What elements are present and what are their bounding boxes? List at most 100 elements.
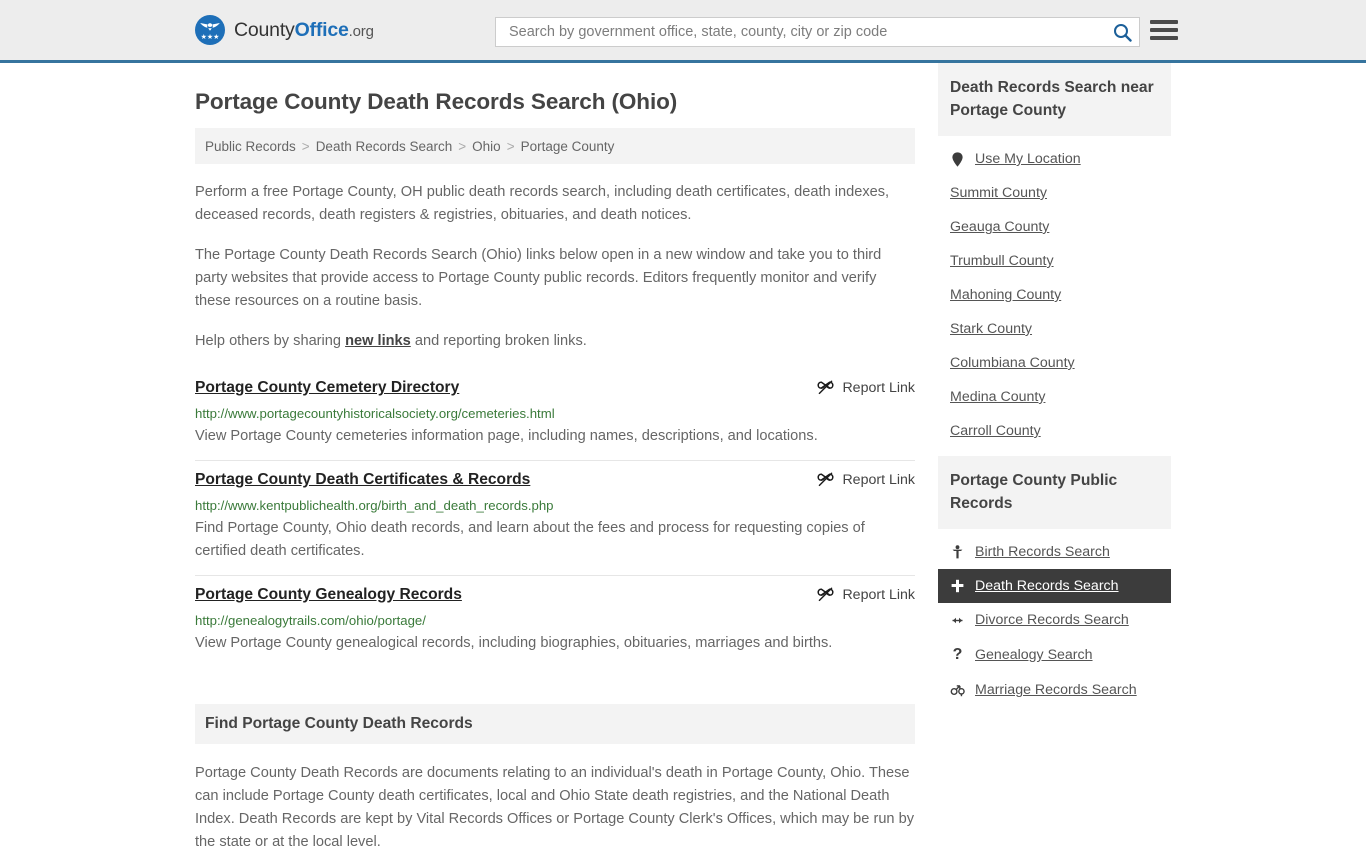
result-description: Find Portage County, Ohio death records,… [195, 520, 865, 559]
nearby-county-item[interactable]: Mahoning County [938, 278, 1171, 312]
results-list: Portage County Cemetery Directory Report… [195, 375, 915, 667]
use-my-location-link[interactable]: Use My Location [975, 151, 1081, 167]
sidebar-item-marriage-records[interactable]: Marriage Records Search [938, 673, 1171, 707]
find-records-body: Portage County Death Records are documen… [195, 762, 915, 854]
site-header: ★★★ CountyOffice.org [0, 0, 1366, 63]
unlink-icon [817, 380, 834, 395]
find-records-paragraph: Portage County Death Records are documen… [195, 765, 915, 850]
hamburger-bar-2 [1150, 28, 1178, 32]
report-link-button[interactable]: Report Link [817, 470, 915, 488]
brand-part-org: .org [348, 22, 374, 40]
result-header: Portage County Cemetery Directory Report… [195, 378, 915, 398]
baby-icon [950, 545, 965, 559]
nearby-county-item[interactable]: Trumbull County [938, 244, 1171, 278]
result-item: Portage County Cemetery Directory Report… [195, 375, 915, 460]
search-icon [1113, 23, 1132, 42]
result-item: Portage County Death Certificates & Reco… [195, 460, 915, 575]
breadcrumb-item-ohio[interactable]: Ohio [472, 139, 501, 154]
result-description: View Portage County genealogical records… [195, 635, 833, 651]
breadcrumb-item-portage-county[interactable]: Portage County [521, 139, 615, 154]
result-header: Portage County Genealogy Records Report … [195, 585, 915, 605]
main-content: Portage County Death Records Search (Ohi… [195, 63, 915, 854]
site-logo[interactable]: ★★★ CountyOffice.org [195, 15, 374, 45]
breadcrumb-item-death-records-search[interactable]: Death Records Search [316, 139, 453, 154]
sidebar-item-divorce-records[interactable]: Divorce Records Search [938, 603, 1171, 637]
sidebar-link-marriage-records[interactable]: Marriage Records Search [975, 682, 1137, 698]
sidebar-item-birth-records[interactable]: Birth Records Search [938, 535, 1171, 569]
search-input[interactable] [496, 18, 1105, 46]
result-header: Portage County Death Certificates & Reco… [195, 470, 915, 490]
search-bar[interactable] [495, 17, 1140, 47]
sidebar-link-birth-records[interactable]: Birth Records Search [975, 544, 1110, 560]
public-records-list: Birth Records Search Death Records Searc… [938, 529, 1171, 707]
result-title-link[interactable]: Portage County Cemetery Directory [195, 378, 459, 398]
county-link-trumbull[interactable]: Trumbull County [950, 253, 1054, 269]
brand-part-office: Office [294, 18, 349, 41]
breadcrumb-separator: > [301, 138, 310, 154]
report-link-label: Report Link [842, 379, 915, 396]
result-title-link[interactable]: Portage County Death Certificates & Reco… [195, 470, 530, 490]
nearby-search-heading: Death Records Search near Portage County [938, 63, 1171, 136]
breadcrumb-item-public-records[interactable]: Public Records [205, 139, 296, 154]
new-links-link[interactable]: new links [345, 333, 411, 349]
county-link-summit[interactable]: Summit County [950, 185, 1047, 201]
sidebar-link-genealogy-search[interactable]: Genealogy Search [975, 647, 1093, 663]
unlink-icon [817, 472, 834, 487]
hamburger-menu-icon[interactable] [1150, 20, 1178, 40]
report-link-label: Report Link [842, 586, 915, 603]
report-link-label: Report Link [842, 471, 915, 488]
page-title: Portage County Death Records Search (Ohi… [195, 89, 678, 114]
cross-icon [950, 579, 965, 593]
breadcrumb: Public Records > Death Records Search > … [195, 128, 915, 164]
brand-wordmark: CountyOffice.org [234, 19, 374, 42]
brand-part-county: County [234, 18, 295, 41]
nearby-search-panel: Death Records Search near Portage County… [938, 63, 1171, 448]
hamburger-bar-3 [1150, 36, 1178, 40]
nearby-county-item[interactable]: Stark County [938, 312, 1171, 346]
county-link-medina[interactable]: Medina County [950, 389, 1045, 405]
result-url: http://www.kentpublichealth.org/birth_an… [195, 498, 554, 513]
stars-icon: ★★★ [200, 34, 220, 41]
result-description: View Portage County cemeteries informati… [195, 428, 818, 444]
nearby-county-item[interactable]: Summit County [938, 176, 1171, 210]
gender-symbols-icon [950, 684, 965, 697]
intro-paragraph-2: The Portage County Death Records Search … [195, 247, 882, 309]
result-url: http://genealogytrails.com/ohio/portage/ [195, 613, 426, 628]
report-link-button[interactable]: Report Link [817, 378, 915, 396]
find-records-heading: Find Portage County Death Records [195, 704, 915, 744]
countyoffice-logo-icon: ★★★ [195, 15, 225, 45]
map-pin-icon [950, 151, 965, 167]
intro-paragraph-3: Help others by sharing new links and rep… [195, 330, 915, 353]
unlink-icon [817, 587, 834, 602]
sidebar-link-death-records[interactable]: Death Records Search [975, 578, 1119, 594]
result-url: http://www.portagecountyhistoricalsociet… [195, 406, 555, 421]
public-records-panel: Portage County Public Records Birth Reco… [938, 456, 1171, 707]
nearby-county-item[interactable]: Carroll County [938, 414, 1171, 448]
page-body: Portage County Death Records Search (Ohi… [0, 63, 1366, 854]
sidebar-link-divorce-records[interactable]: Divorce Records Search [975, 612, 1129, 628]
nearby-county-item[interactable]: Geauga County [938, 210, 1171, 244]
result-title-link[interactable]: Portage County Genealogy Records [195, 585, 462, 605]
result-item: Portage County Genealogy Records Report … [195, 575, 915, 667]
question-mark-icon: ? [952, 646, 963, 663]
county-link-columbiana[interactable]: Columbiana County [950, 355, 1075, 371]
find-records-section: Find Portage County Death Records Portag… [195, 704, 915, 854]
search-button[interactable] [1105, 18, 1139, 46]
nearby-county-item[interactable]: Medina County [938, 380, 1171, 414]
county-link-mahoning[interactable]: Mahoning County [950, 287, 1061, 303]
intro-p3-before: Help others by sharing [195, 333, 346, 349]
use-my-location-item[interactable]: Use My Location [938, 142, 1171, 176]
breadcrumb-separator: > [458, 138, 467, 154]
nearby-search-list: Use My Location Summit County Geauga Cou… [938, 136, 1171, 448]
sidebar-item-death-records[interactable]: Death Records Search [938, 569, 1171, 603]
county-link-stark[interactable]: Stark County [950, 321, 1032, 337]
county-link-geauga[interactable]: Geauga County [950, 219, 1049, 235]
nearby-county-item[interactable]: Columbiana County [938, 346, 1171, 380]
sidebar: Death Records Search near Portage County… [938, 63, 1171, 715]
public-records-heading: Portage County Public Records [938, 456, 1171, 529]
report-link-button[interactable]: Report Link [817, 585, 915, 603]
intro-text: Perform a free Portage County, OH public… [195, 181, 915, 353]
county-link-carroll[interactable]: Carroll County [950, 423, 1041, 439]
sidebar-item-genealogy-search[interactable]: ? Genealogy Search [938, 637, 1171, 673]
left-right-arrow-icon [950, 615, 965, 626]
